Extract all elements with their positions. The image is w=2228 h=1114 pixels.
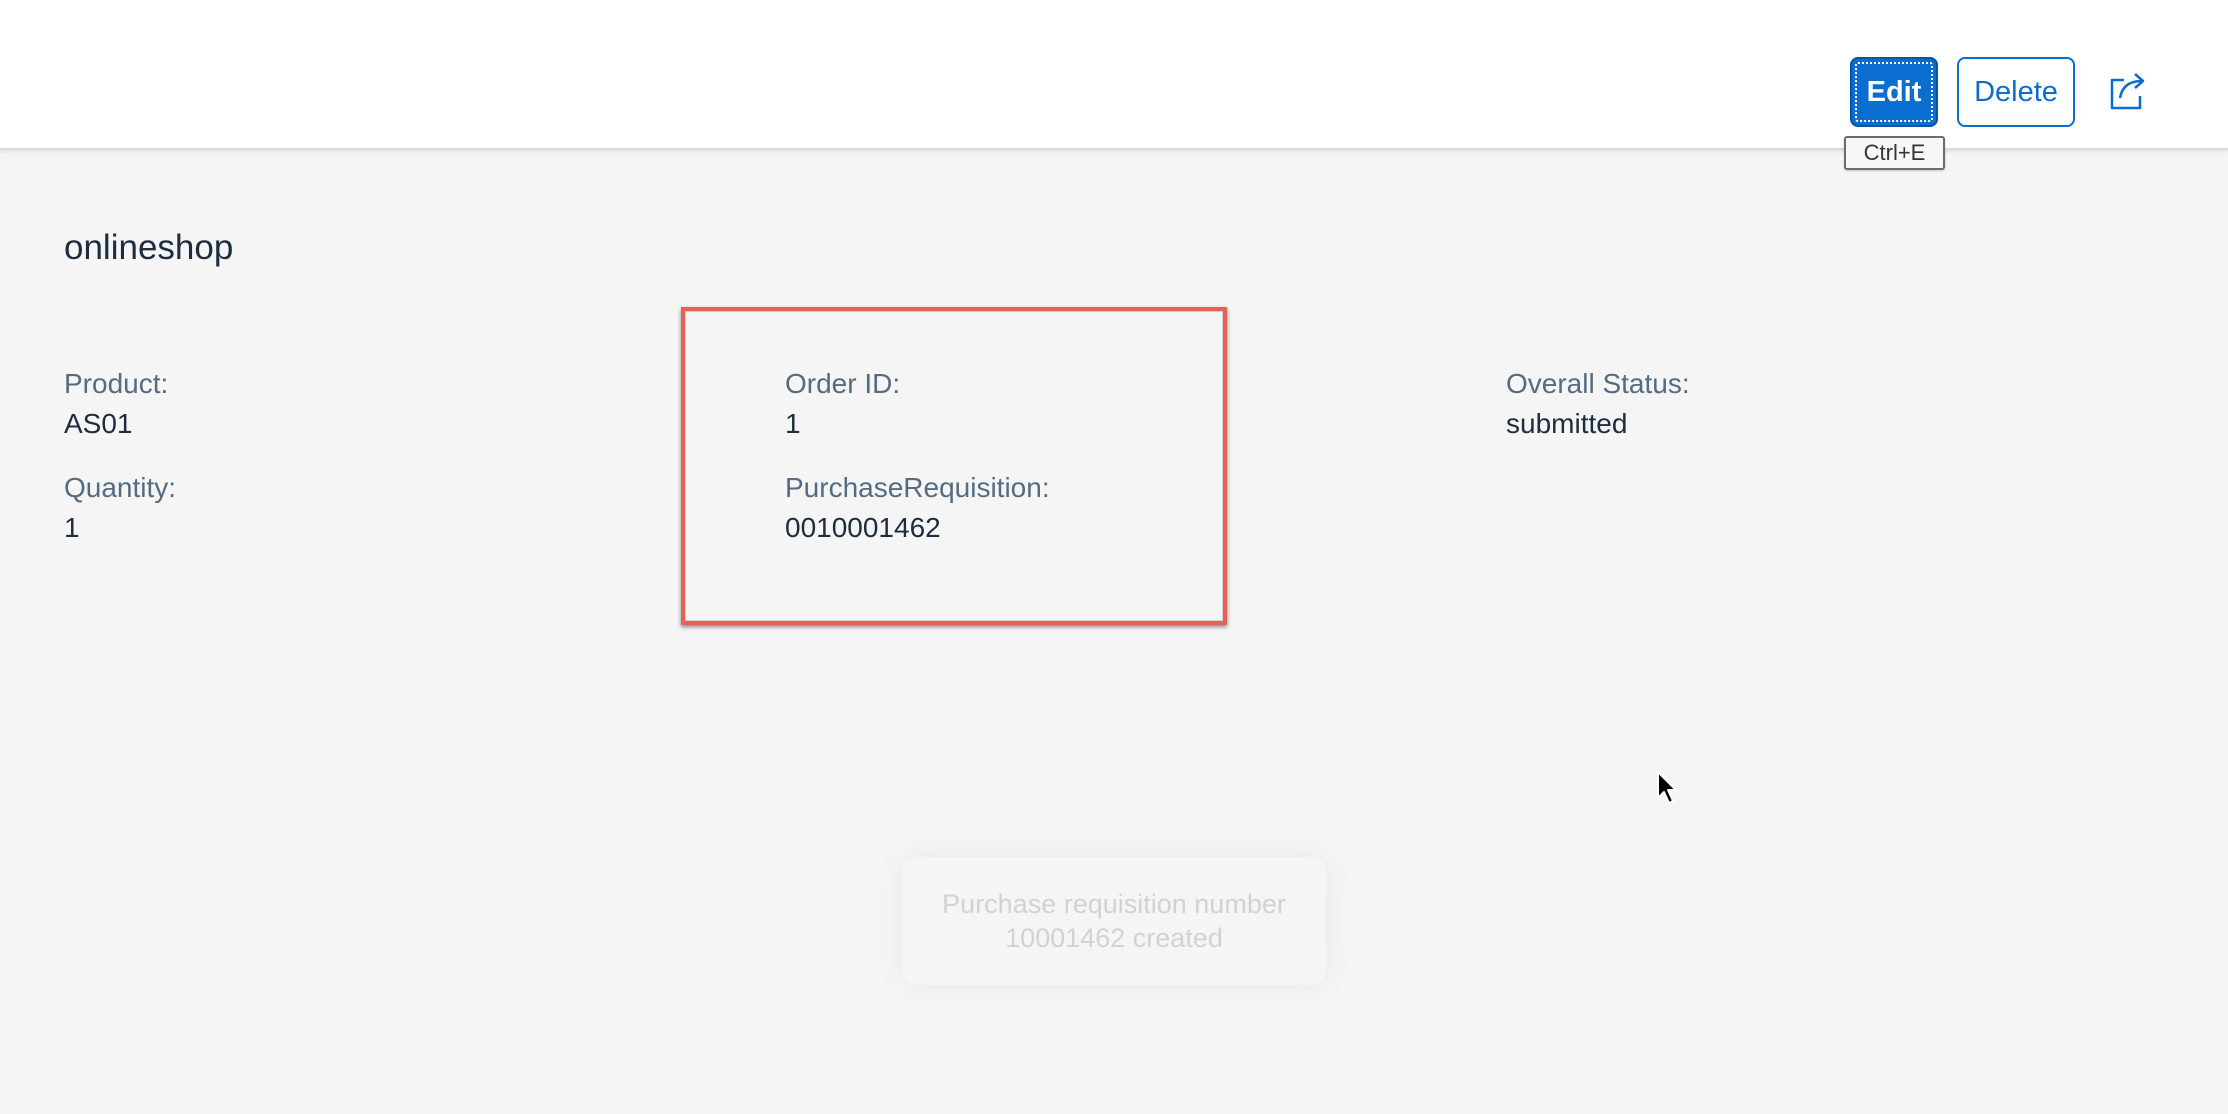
share-icon[interactable] (2106, 68, 2150, 114)
delete-button[interactable]: Delete (1957, 57, 2075, 127)
toast-line-1: Purchase requisition number (942, 889, 1286, 919)
message-toast: Purchase requisition number 10001462 cre… (902, 857, 1326, 985)
edit-shortcut-tooltip: Ctrl+E (1844, 136, 1945, 170)
highlight-annotation-box (681, 307, 1227, 625)
toast-line-2: 10001462 created (1005, 923, 1223, 953)
overall-status-label: Overall Status: (1506, 368, 1690, 399)
quantity-field: Quantity: 1 (64, 468, 176, 548)
product-label: Product: (64, 368, 169, 399)
quantity-value: 1 (64, 512, 80, 543)
page-title: onlineshop (64, 228, 234, 267)
product-field: Product: AS01 (64, 364, 168, 444)
mouse-pointer-icon (1656, 770, 1680, 806)
product-value: AS01 (64, 408, 133, 439)
overall-status-value: submitted (1506, 408, 1628, 439)
overall-status-field: Overall Status: submitted (1506, 364, 1690, 444)
edit-button[interactable]: Edit (1850, 57, 1938, 127)
quantity-label: Quantity: (64, 472, 177, 503)
